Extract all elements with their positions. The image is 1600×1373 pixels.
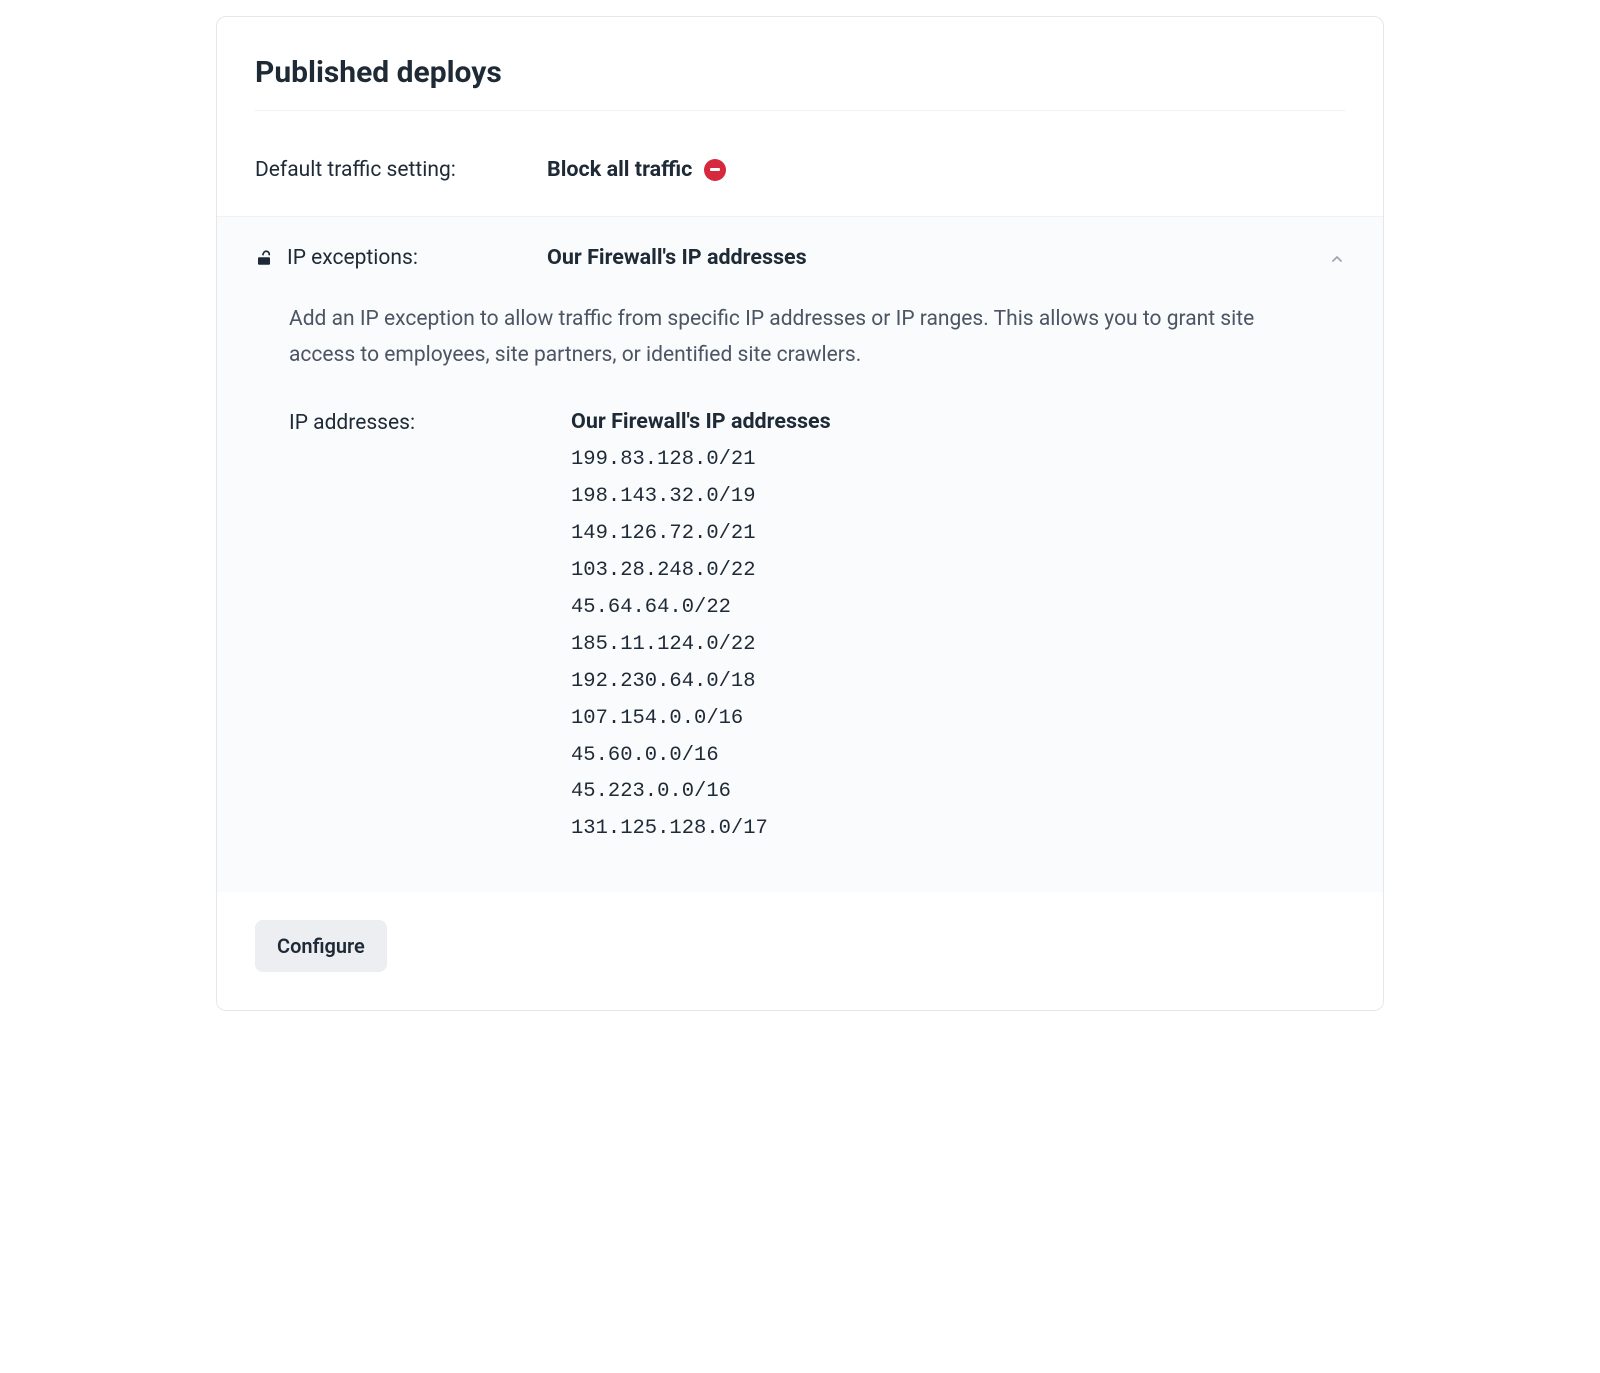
ip-address-item: 192.230.64.0/18 (571, 664, 1345, 701)
ip-address-item: 149.126.72.0/21 (571, 516, 1345, 553)
chevron-up-icon[interactable] (1329, 251, 1345, 271)
default-traffic-text: Block all traffic (547, 157, 692, 182)
ip-addresses-content: Our Firewall's IP addresses 199.83.128.0… (571, 409, 1345, 848)
default-traffic-row: Default traffic setting: Block all traff… (217, 111, 1383, 216)
ip-addresses-block: IP addresses: Our Firewall's IP addresse… (289, 409, 1345, 848)
published-deploys-card: Published deploys Default traffic settin… (216, 16, 1384, 1011)
ip-address-item: 107.154.0.0/16 (571, 701, 1345, 738)
card-header: Published deploys (217, 17, 1383, 110)
ip-addresses-list: 199.83.128.0/21198.143.32.0/19149.126.72… (571, 442, 1345, 848)
ip-address-item: 45.64.64.0/22 (571, 590, 1345, 627)
default-traffic-label: Default traffic setting: (255, 158, 547, 182)
ip-exceptions-left: IP exceptions: (255, 246, 547, 270)
ip-exceptions-section: IP exceptions: Our Firewall's IP address… (217, 216, 1383, 892)
default-traffic-value: Block all traffic (547, 157, 726, 182)
ip-address-item: 45.223.0.0/16 (571, 774, 1345, 811)
configure-button[interactable]: Configure (255, 920, 387, 972)
ip-address-item: 103.28.248.0/22 (571, 553, 1345, 590)
unlock-icon (255, 249, 273, 267)
card-title: Published deploys (255, 55, 1345, 90)
ip-address-item: 131.125.128.0/17 (571, 811, 1345, 848)
block-icon (704, 159, 726, 181)
ip-address-item: 198.143.32.0/19 (571, 479, 1345, 516)
ip-exceptions-value: Our Firewall's IP addresses (547, 245, 807, 270)
ip-exceptions-header[interactable]: IP exceptions: Our Firewall's IP address… (255, 245, 1345, 270)
ip-exceptions-label: IP exceptions: (287, 246, 418, 270)
ip-address-item: 185.11.124.0/22 (571, 627, 1345, 664)
ip-addresses-title: Our Firewall's IP addresses (571, 409, 1345, 434)
ip-address-item: 45.60.0.0/16 (571, 738, 1345, 775)
ip-addresses-label: IP addresses: (289, 409, 571, 435)
ip-address-item: 199.83.128.0/21 (571, 442, 1345, 479)
card-footer: Configure (217, 892, 1383, 1010)
ip-exceptions-description: Add an IP exception to allow traffic fro… (289, 302, 1269, 373)
